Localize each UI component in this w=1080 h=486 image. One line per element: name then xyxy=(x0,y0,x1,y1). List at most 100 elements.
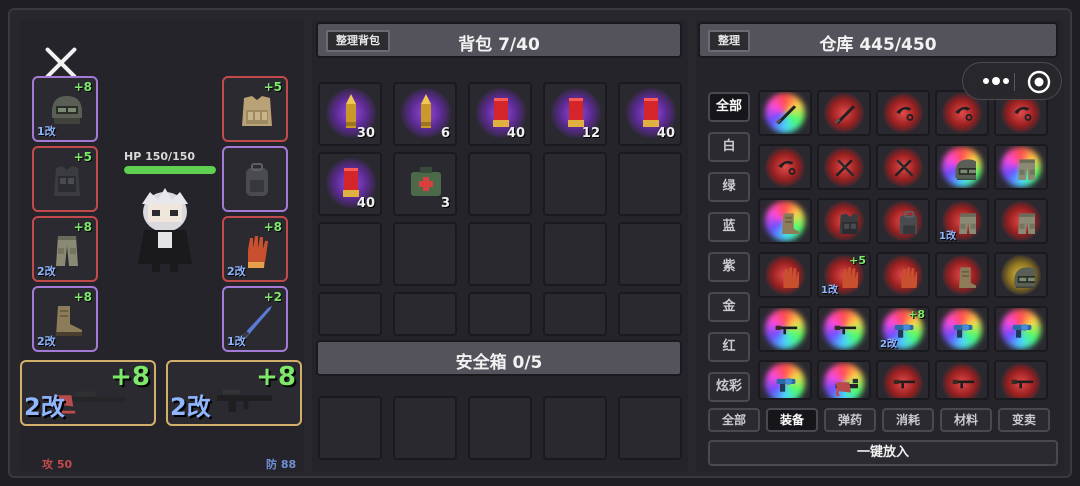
warehouse-slot[interactable] xyxy=(876,360,930,400)
safebox-slot[interactable] xyxy=(393,396,457,460)
warehouse-slot[interactable] xyxy=(994,144,1048,190)
backpack-slot[interactable] xyxy=(393,222,457,286)
gloves-icon xyxy=(783,267,799,288)
backpack-slot[interactable] xyxy=(318,222,382,286)
put-all-button[interactable]: 一键放入 xyxy=(708,440,1058,466)
warehouse-header: 整理 仓库 445/450 xyxy=(698,22,1058,58)
mod-badge: 2改 xyxy=(170,393,211,421)
backpack-slot[interactable]: 12 xyxy=(543,82,607,146)
warehouse-slot[interactable] xyxy=(817,360,871,400)
bonus-badge: +2 xyxy=(263,290,282,304)
warehouse-slot[interactable] xyxy=(758,306,812,352)
backpack-slot[interactable] xyxy=(618,152,682,216)
equip-slot-gloves[interactable]: +8 2改 xyxy=(222,216,288,282)
warehouse-slot[interactable]: +5 1改 xyxy=(817,252,871,298)
backpack-slot[interactable]: 6 xyxy=(393,82,457,146)
warehouse-slot[interactable] xyxy=(994,252,1048,298)
helmet-icon xyxy=(1014,267,1035,288)
backpack-slot[interactable] xyxy=(618,222,682,286)
bonus-badge: +8 xyxy=(73,80,92,94)
category-tab[interactable]: 装备 xyxy=(766,408,818,432)
backpack-slot[interactable]: 40 xyxy=(468,82,532,146)
equip-slot-vest[interactable]: +5 xyxy=(222,76,288,142)
mod-badge: 1改 xyxy=(939,231,956,242)
armor-vest-icon xyxy=(839,213,858,234)
safebox-slot[interactable] xyxy=(618,396,682,460)
rarity-filter[interactable]: 蓝 xyxy=(708,212,750,242)
warehouse-slot[interactable] xyxy=(876,252,930,298)
warehouse-slot[interactable] xyxy=(994,306,1048,352)
rarity-filter[interactable]: 白 xyxy=(708,132,750,162)
warehouse-slot[interactable] xyxy=(994,360,1048,400)
equip-slot-armor[interactable]: +5 xyxy=(32,146,98,212)
warehouse-slot[interactable] xyxy=(758,198,812,244)
medkit-icon xyxy=(411,167,441,196)
weapon-slot-primary[interactable]: +8 2改 xyxy=(20,360,156,426)
rarity-filter[interactable]: 绿 xyxy=(708,172,750,202)
warehouse-slot[interactable] xyxy=(817,198,871,244)
warehouse-slot[interactable] xyxy=(817,144,871,190)
warehouse-slot[interactable] xyxy=(758,144,812,190)
warehouse-slot[interactable] xyxy=(876,198,930,244)
backpack-slot[interactable] xyxy=(468,292,532,336)
rarity-filter[interactable]: 全部 xyxy=(708,92,750,122)
item-quantity: 40 xyxy=(506,126,525,141)
warehouse-slot[interactable] xyxy=(758,360,812,400)
backpack-slot[interactable]: 3 xyxy=(393,152,457,216)
safebox-slot[interactable] xyxy=(318,396,382,460)
backpack-slot[interactable]: 40 xyxy=(618,82,682,146)
warehouse-slot[interactable] xyxy=(935,360,989,400)
category-tab[interactable]: 全部 xyxy=(708,408,760,432)
weapon-slot-secondary[interactable]: +8 2改 xyxy=(166,360,302,426)
category-tab[interactable]: 材料 xyxy=(940,408,992,432)
rarity-filter[interactable]: 红 xyxy=(708,332,750,362)
equip-slot-pants[interactable]: +8 2改 xyxy=(32,216,98,282)
backpack-slot[interactable] xyxy=(393,292,457,336)
backpack-slot[interactable] xyxy=(618,292,682,336)
backpack-slot[interactable]: 30 xyxy=(318,82,382,146)
safebox-title: 安全箱 0/5 xyxy=(455,353,543,373)
sniper-rifle-icon xyxy=(835,378,858,396)
mod-badge: 1改 xyxy=(821,285,838,296)
warehouse-slot[interactable] xyxy=(876,90,930,136)
rarity-filter[interactable]: 炫彩 xyxy=(708,372,750,402)
equip-slot-backpack[interactable] xyxy=(222,146,288,212)
warehouse-slot[interactable] xyxy=(758,90,812,136)
warehouse-slot[interactable] xyxy=(935,144,989,190)
equip-slot-boots[interactable]: +8 2改 xyxy=(32,286,98,352)
warehouse-slot[interactable] xyxy=(935,252,989,298)
more-dots-icon[interactable] xyxy=(977,71,1015,91)
rarity-filter[interactable]: 紫 xyxy=(708,252,750,282)
revolver-icon xyxy=(953,324,973,338)
warehouse-slot[interactable] xyxy=(876,144,930,190)
warehouse-slot[interactable]: 1改 xyxy=(935,198,989,244)
mod-badge: 2改 xyxy=(24,393,65,421)
safebox-slot[interactable] xyxy=(468,396,532,460)
warehouse-slot[interactable] xyxy=(817,306,871,352)
warehouse-slot[interactable] xyxy=(935,306,989,352)
backpack-slot[interactable] xyxy=(468,152,532,216)
hp-label: HP 150/150 xyxy=(124,150,196,163)
backpack-slot[interactable] xyxy=(318,292,382,336)
backpack-slot[interactable]: 40 xyxy=(318,152,382,216)
warehouse-slot[interactable] xyxy=(758,252,812,298)
warehouse-slot[interactable] xyxy=(817,90,871,136)
karambit-icon xyxy=(778,160,796,175)
rifle-ammo-icon xyxy=(346,94,356,128)
backpack-slot[interactable] xyxy=(543,292,607,336)
target-icon[interactable] xyxy=(1027,70,1051,94)
backpack-slot[interactable] xyxy=(543,152,607,216)
category-tab[interactable]: 变卖 xyxy=(998,408,1050,432)
bonus-badge: +5 xyxy=(263,80,282,94)
safebox-slot[interactable] xyxy=(543,396,607,460)
category-tab[interactable]: 弹药 xyxy=(824,408,876,432)
warehouse-slot[interactable]: +8 2改 xyxy=(876,306,930,352)
warehouse-slot[interactable] xyxy=(994,198,1048,244)
category-tab[interactable]: 消耗 xyxy=(882,408,934,432)
equip-slot-melee[interactable]: +2 1改 xyxy=(222,286,288,352)
rarity-filter[interactable]: 金 xyxy=(708,292,750,322)
mod-badge: 2改 xyxy=(37,335,56,348)
backpack-slot[interactable] xyxy=(468,222,532,286)
backpack-slot[interactable] xyxy=(543,222,607,286)
equip-slot-helmet[interactable]: +8 1改 xyxy=(32,76,98,142)
